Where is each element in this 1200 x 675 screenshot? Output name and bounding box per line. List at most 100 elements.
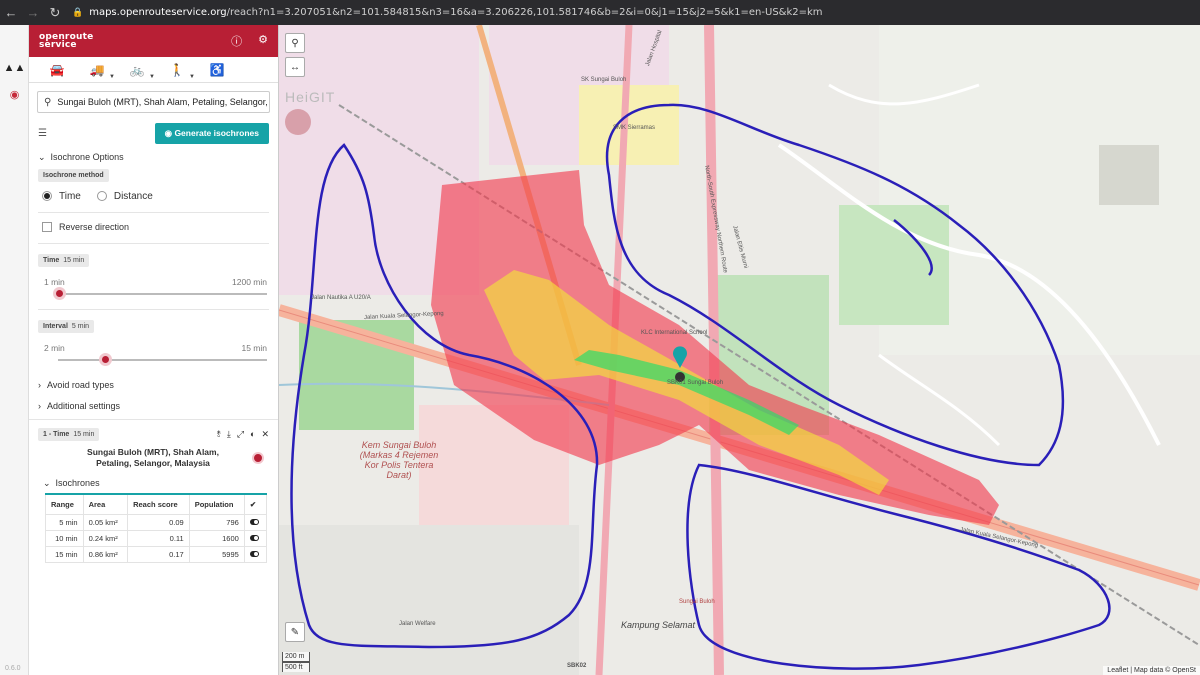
table-row: 10 min 0.24 km² 0.11 1600 xyxy=(45,529,268,547)
road-label: Sungai Buloh xyxy=(679,599,715,605)
place-label: Kampung Selamat xyxy=(621,620,696,630)
measure-icon[interactable]: ↔ xyxy=(285,57,305,77)
back-arrow-icon[interactable]: ← xyxy=(0,0,22,25)
heigit-watermark: HeiGIT xyxy=(285,89,336,105)
table-row: 5 min 0.05 km² 0.09 796 xyxy=(45,513,268,531)
visibility-toggle[interactable] xyxy=(249,534,259,541)
close-icon[interactable]: ✕ xyxy=(261,429,269,440)
time-chip: Time 15 min xyxy=(38,254,90,267)
interval-slider[interactable] xyxy=(58,353,267,366)
settings-gear-icon[interactable]: ⚙ xyxy=(258,33,268,49)
app-version: 0.6.0 xyxy=(5,665,21,672)
check-icon: ✔ xyxy=(243,493,268,515)
generate-isochrones-button[interactable]: ◉ Generate isochrones xyxy=(154,122,269,144)
column-header: Reach score xyxy=(127,493,190,515)
origin-place-name: Sungai Buloh (MRT), Shah Alam, Petaling,… xyxy=(87,447,219,468)
isochrone-method-label: Isochrone method xyxy=(38,169,109,182)
info-icon[interactable]: ⓘ xyxy=(231,33,242,49)
station-label: SBK01 Sungai Buloh xyxy=(667,380,724,386)
download-icon[interactable]: ⤓ xyxy=(227,429,231,440)
time-max-label: 1200 min xyxy=(232,277,267,287)
chevron-right-icon: › xyxy=(38,401,41,411)
place-marker-icon[interactable]: ⚲ xyxy=(285,33,305,53)
address-bar[interactable]: 🔒 maps.openrouteservice.org/reach?n1=3.2… xyxy=(72,7,823,18)
chevron-right-icon: › xyxy=(38,380,41,390)
search-value: Sungai Buloh (MRT), Shah Alam, Petaling,… xyxy=(57,97,268,107)
visibility-toggle[interactable] xyxy=(249,518,259,525)
interval-min-label: 2 min xyxy=(44,343,65,353)
truck-icon[interactable]: 🚚 ▼ xyxy=(77,57,117,83)
isochrones-toggle[interactable]: ⌄ Isochrones xyxy=(29,475,278,491)
station-label: SBK02 xyxy=(567,663,587,669)
location-search-input[interactable]: ⚲ Sungai Buloh (MRT), Shah Alam, Petalin… xyxy=(37,91,270,113)
isochrones-title: Isochrones xyxy=(55,478,100,488)
draw-pencil-icon[interactable]: ✎ xyxy=(285,622,305,642)
column-header: Range xyxy=(45,493,84,515)
road-label: Jalan Welfare xyxy=(399,621,436,627)
url-path: /reach?n1=3.207051&n2=101.584815&n3=16&a… xyxy=(226,7,823,18)
place-label: Kem Sungai Buloh (Markas 4 Rejemen Kor P… xyxy=(359,440,439,480)
isochrones-table: Range Area Reach score Population ✔ 5 mi… xyxy=(45,493,268,563)
lock-icon: 🔒 xyxy=(72,7,84,18)
column-header: Area xyxy=(82,493,129,515)
heigit-logo-icon xyxy=(285,109,311,135)
chevron-down-icon[interactable]: ▼ xyxy=(189,74,195,80)
fullscreen-icon[interactable]: ⤢ xyxy=(237,429,244,440)
toggle-visibility-icon[interactable]: ◐ xyxy=(250,429,255,440)
icon-rail: ▲▲ ◉ 0.6.0 xyxy=(0,25,29,675)
generate-label: Generate isochrones xyxy=(174,127,259,138)
share-icon[interactable]: ⥉ xyxy=(217,429,221,440)
travel-profile-bar: 🚘 🚚 ▼ 🚲 ▼ 🚶 ▼ ♿ xyxy=(29,57,278,83)
time-slider[interactable] xyxy=(53,287,267,300)
school-label: SK Sungai Buloh xyxy=(581,77,627,83)
scale-metric: 200 m xyxy=(282,652,310,662)
brand-logo[interactable]: openroute service xyxy=(39,33,93,50)
car-icon[interactable]: 🚘 xyxy=(37,57,77,83)
school-label: SMK Sierramas xyxy=(613,125,656,131)
time-radio[interactable] xyxy=(42,191,52,201)
visibility-toggle[interactable] xyxy=(249,550,259,557)
avoid-road-types-toggle[interactable]: › Avoid road types xyxy=(38,376,269,394)
additional-settings-toggle[interactable]: › Additional settings xyxy=(38,397,269,415)
column-header: Population xyxy=(188,493,245,515)
isochrone-options-toggle[interactable]: ⌄ Isochrone Options xyxy=(38,149,269,165)
isochrone-options-title: Isochrone Options xyxy=(50,152,124,162)
time-radio-label: Time xyxy=(59,190,81,202)
brand-line2: service xyxy=(39,40,77,50)
chevron-down-icon[interactable]: ▼ xyxy=(149,74,155,80)
chevron-down-icon[interactable]: ▼ xyxy=(109,74,115,80)
chevron-down-icon: ⌄ xyxy=(38,151,46,162)
bicycle-icon[interactable]: 🚲 ▼ xyxy=(117,57,157,83)
scale-imperial: 500 ft xyxy=(282,662,310,672)
avoid-road-types-label: Avoid road types xyxy=(47,380,114,390)
browser-toolbar: ← → ↻ 🔒 maps.openrouteservice.org/reach?… xyxy=(0,0,1200,25)
distance-radio-label: Distance xyxy=(113,190,153,202)
reverse-direction-label: Reverse direction xyxy=(59,222,130,232)
chevron-down-icon: ⌄ xyxy=(43,477,51,488)
interval-chip: Interval 5 min xyxy=(38,320,95,333)
time-min-label: 1 min xyxy=(44,277,65,287)
wheelchair-icon[interactable]: ♿ xyxy=(197,57,237,83)
result-chip: 1 - Time 15 min xyxy=(38,428,100,441)
distance-radio[interactable] xyxy=(96,191,107,201)
school-label: KLC International School xyxy=(641,330,708,336)
map-attribution[interactable]: Leaflet | Map data © OpenSt xyxy=(1103,666,1200,675)
time-slider-handle[interactable] xyxy=(53,287,67,300)
directions-road-icon[interactable]: ▲▲ xyxy=(0,55,29,81)
map-scale: 200 m 500 ft xyxy=(282,652,310,672)
additional-settings-label: Additional settings xyxy=(47,401,121,411)
walking-icon[interactable]: 🚶 ▼ xyxy=(157,57,197,83)
map-layer xyxy=(279,25,1200,675)
interval-max-label: 15 min xyxy=(241,343,267,353)
sidebar-panel: openroute service ⓘ ⚙ 🚘 🚚 ▼ 🚲 ▼ 🚶 ▼ ♿ ⚲ Sun… xyxy=(29,25,279,675)
search-icon: ⚲ xyxy=(44,96,52,108)
map-marker-icon[interactable] xyxy=(252,452,264,464)
options-sliders-icon[interactable]: ☰ xyxy=(38,128,47,139)
reload-icon[interactable]: ↻ xyxy=(44,0,66,25)
reverse-direction-checkbox[interactable] xyxy=(42,222,52,232)
brand-header: openroute service ⓘ ⚙ xyxy=(29,25,278,57)
map-canvas[interactable]: HeiGIT ⚲ ↔ ✎ Jalan Kuala Selangor-Kepong… xyxy=(279,25,1200,675)
url-host: maps.openrouteservice.org xyxy=(89,7,227,18)
forward-arrow-icon[interactable]: → xyxy=(22,0,44,25)
isochrones-target-icon[interactable]: ◉ xyxy=(0,81,29,107)
